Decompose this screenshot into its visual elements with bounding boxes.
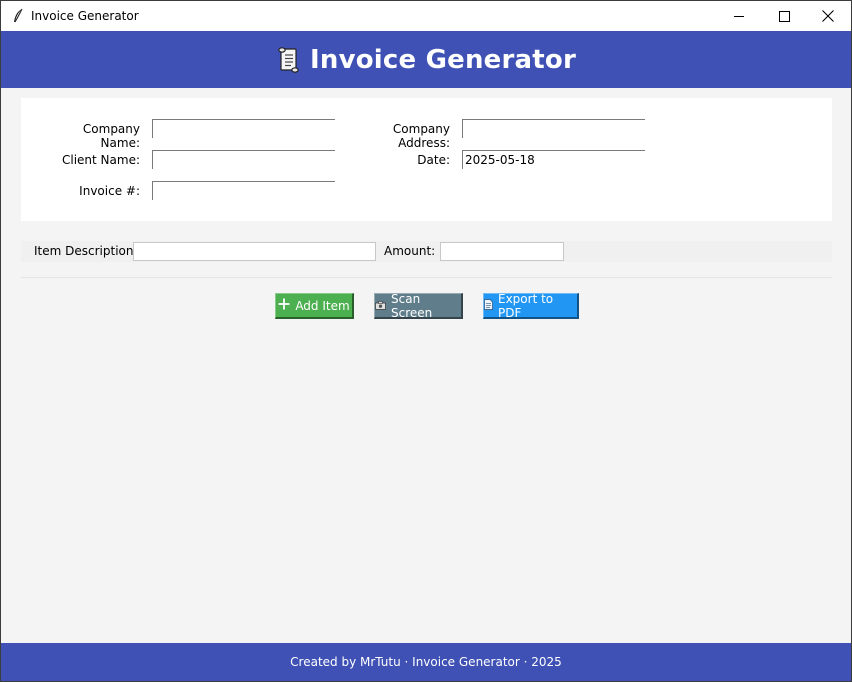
company-name-label: Company Name: bbox=[82, 122, 140, 150]
footer-credit: Created by MrTutu · Invoice Generator · … bbox=[290, 655, 562, 669]
item-description-field[interactable] bbox=[133, 242, 376, 261]
export-pdf-label: Export to PDF bbox=[498, 291, 554, 320]
add-item-label: Add Item bbox=[295, 298, 350, 313]
amount-field[interactable] bbox=[440, 242, 564, 261]
camera-icon bbox=[375, 299, 386, 313]
date-label: Date: bbox=[417, 153, 450, 167]
add-item-button[interactable]: Add Item bbox=[275, 293, 354, 319]
company-name-field[interactable] bbox=[152, 119, 335, 138]
window-title: Invoice Generator bbox=[31, 9, 139, 23]
export-pdf-button[interactable]: Export to PDF bbox=[483, 291, 579, 320]
plus-icon bbox=[278, 298, 290, 313]
company-address-field[interactable] bbox=[462, 119, 645, 138]
scroll-icon bbox=[276, 46, 302, 74]
item-entry-row: Item Description: Amount: bbox=[21, 241, 832, 262]
invoice-info-panel: Company Name: Company Address: Client Na… bbox=[21, 98, 832, 221]
company-address-label: Company Address: bbox=[392, 122, 450, 150]
app-window: Invoice Generator Invoice Generator Comp… bbox=[0, 0, 852, 682]
invoice-number-field[interactable] bbox=[152, 181, 335, 200]
item-description-label: Item Description: bbox=[34, 244, 138, 258]
page-title: Invoice Generator bbox=[309, 44, 576, 75]
date-field[interactable] bbox=[462, 150, 645, 169]
scan-screen-label: Scan Screen bbox=[391, 291, 433, 320]
invoice-number-label: Invoice #: bbox=[79, 184, 140, 198]
close-button[interactable] bbox=[805, 1, 851, 31]
title-bar: Invoice Generator bbox=[1, 1, 851, 31]
minimize-button[interactable] bbox=[716, 1, 762, 31]
client-name-field[interactable] bbox=[152, 150, 335, 169]
document-icon bbox=[484, 298, 493, 313]
client-name-label: Client Name: bbox=[62, 153, 140, 167]
scan-screen-button[interactable]: Scan Screen bbox=[374, 291, 463, 320]
app-footer: Created by MrTutu · Invoice Generator · … bbox=[1, 643, 851, 681]
app-header: Invoice Generator bbox=[1, 31, 851, 88]
divider bbox=[21, 277, 832, 278]
amount-label: Amount: bbox=[384, 244, 436, 258]
feather-icon bbox=[12, 8, 24, 24]
maximize-button[interactable] bbox=[761, 1, 807, 31]
